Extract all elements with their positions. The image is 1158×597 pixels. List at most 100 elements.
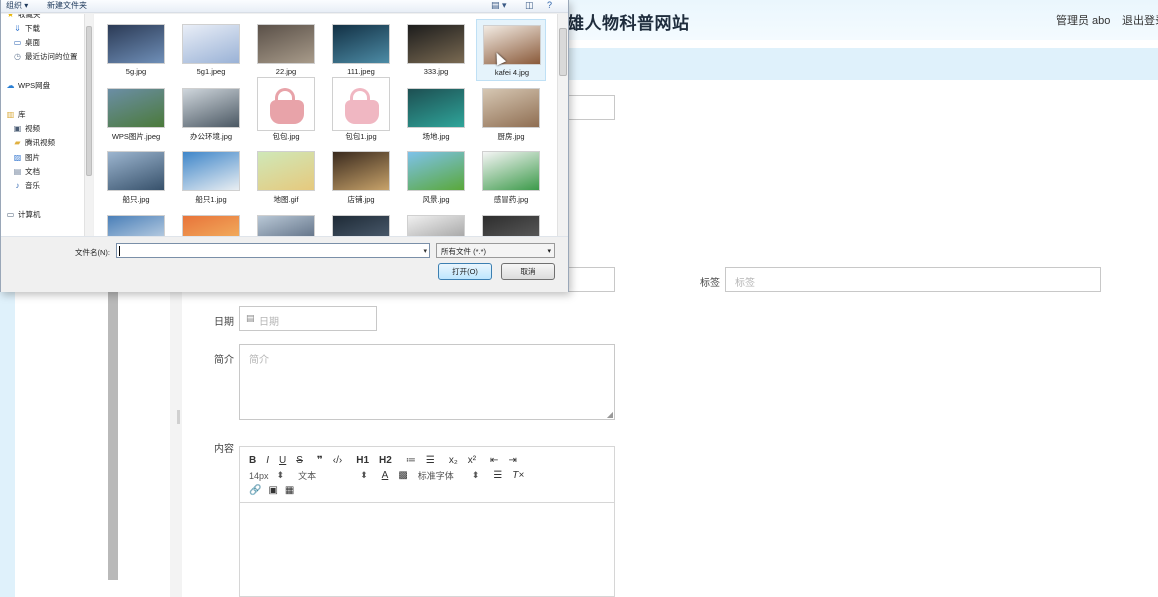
nav-item[interactable]: ⇓ 下载 <box>13 23 40 34</box>
subscript-icon[interactable]: x₂ <box>449 455 458 466</box>
file-type-select[interactable]: 所有文件 (*.*) ▾ <box>436 243 555 258</box>
file-item[interactable]: WPS图片.jpeg <box>101 83 171 145</box>
tag-input[interactable]: 标签 <box>725 267 1101 292</box>
open-button[interactable]: 打开(O) <box>438 263 492 280</box>
text-style-select[interactable]: 文本 <box>298 469 316 482</box>
file-item[interactable] <box>251 210 321 236</box>
file-item[interactable]: 办公环境.jpg <box>176 83 246 145</box>
content-label: 内容 <box>214 444 234 455</box>
bold-icon[interactable]: B <box>249 455 256 466</box>
file-thumbnail <box>182 24 240 64</box>
view-options-icon[interactable]: ▤ ▾ <box>491 0 507 11</box>
indent-icon[interactable]: ⇥ <box>508 455 516 466</box>
file-item[interactable] <box>326 210 396 236</box>
file-thumbnail <box>257 215 315 236</box>
unordered-list-icon[interactable]: ☰ <box>426 455 435 466</box>
new-folder-button[interactable]: 新建文件夹 <box>47 0 87 11</box>
clear-format-icon[interactable]: T× <box>512 470 524 481</box>
dialog-footer: 文件名(N): ▾ 所有文件 (*.*) ▾ 打开(O) 取消 <box>1 236 568 292</box>
date-picker[interactable]: ▤ 日期 <box>239 306 377 331</box>
file-thumbnail <box>182 151 240 191</box>
nav-item[interactable]: ★ 收藏夹 <box>6 14 41 20</box>
file-item[interactable] <box>101 210 171 236</box>
rich-text-editor[interactable]: B I U S ❞ ‹/› H1 H2 ≔ ☰ x₂ x² ⇤ ⇥ 14px ⬍ 文本 ⬍ A ▩ 标准字… <box>239 446 615 597</box>
text-style-arrow-icon: ⬍ <box>360 470 368 480</box>
preview-pane-icon[interactable]: ◫ <box>525 0 534 11</box>
file-item[interactable] <box>401 210 471 236</box>
filename-label: 文件名(N): <box>75 248 110 257</box>
file-item[interactable]: 感冒药.jpg <box>476 146 546 208</box>
file-list-scrollbar[interactable] <box>557 14 568 236</box>
file-item[interactable]: 风景.jpg <box>401 146 471 208</box>
file-item[interactable]: 厨房.jpg <box>476 83 546 145</box>
nav-item[interactable]: ♪ 音乐 <box>13 180 41 191</box>
nav-item[interactable]: ▤ 文档 <box>13 166 40 177</box>
intro-placeholder: 简介 <box>249 355 269 366</box>
intro-label: 简介 <box>214 355 234 366</box>
nav-item[interactable]: ▨ 图片 <box>13 152 40 163</box>
heading2-icon[interactable]: H2 <box>379 455 392 466</box>
nav-item[interactable]: ☁ WPS网盘 <box>6 80 51 91</box>
file-item[interactable]: 船只.jpg <box>101 146 171 208</box>
nav-item[interactable]: ▥ 库 <box>6 109 26 120</box>
file-thumbnail <box>257 151 315 191</box>
link-icon[interactable]: 🔗 <box>249 485 261 496</box>
file-item[interactable]: 船只1.jpg <box>176 146 246 208</box>
strikethrough-icon[interactable]: S <box>296 455 303 466</box>
file-item[interactable]: 111.jpeg <box>326 19 396 81</box>
cancel-button[interactable]: 取消 <box>501 263 555 280</box>
italic-icon[interactable]: I <box>266 455 269 466</box>
outdent-icon[interactable]: ⇤ <box>490 455 498 466</box>
underline-icon[interactable]: U <box>279 455 286 466</box>
filename-input[interactable]: ▾ <box>116 243 430 258</box>
heading1-icon[interactable]: H1 <box>356 455 369 466</box>
align-icon[interactable]: ☰ <box>493 470 502 481</box>
quote-icon[interactable]: ❞ <box>317 455 323 466</box>
file-item[interactable]: 场地.jpg <box>401 83 471 145</box>
file-item[interactable]: 店铺.jpg <box>326 146 396 208</box>
file-item[interactable]: 包包.jpg <box>251 77 321 145</box>
help-icon[interactable]: ? <box>547 0 552 10</box>
desktop-icon: ▭ <box>13 37 22 47</box>
nav-item[interactable]: ▣ 视频 <box>13 123 40 134</box>
file-item[interactable]: 包包1.jpg <box>326 77 396 145</box>
file-thumbnail <box>482 88 540 128</box>
logout-link[interactable]: 退出登录 <box>1122 12 1158 28</box>
navigation-scrollbar[interactable] <box>84 14 93 236</box>
nav-item[interactable]: ▰ 腾讯视频 <box>13 137 55 148</box>
font-color-icon[interactable]: A <box>382 470 389 481</box>
file-item[interactable]: 地图.gif <box>251 146 321 208</box>
ordered-list-icon[interactable]: ≔ <box>406 455 416 466</box>
page-scrollbar[interactable] <box>108 292 118 580</box>
file-item[interactable]: 5g.jpg <box>101 19 171 81</box>
editor-toolbar-row-3: 🔗 ▣ ▦ <box>249 483 614 498</box>
intro-textarea[interactable]: 简介 ◢ <box>239 344 615 420</box>
video-icon[interactable]: ▦ <box>285 485 294 496</box>
file-item[interactable] <box>476 210 546 236</box>
date-label: 日期 <box>214 317 234 328</box>
superscript-icon[interactable]: x² <box>468 455 476 466</box>
nav-item[interactable]: ▭ 计算机 <box>6 209 41 220</box>
file-item[interactable] <box>176 210 246 236</box>
file-item[interactable]: 333.jpg <box>401 19 471 81</box>
nav-item[interactable]: ▭ 桌面 <box>13 37 40 48</box>
font-size-select[interactable]: 14px <box>249 471 269 481</box>
image-icon[interactable]: ▣ <box>268 485 277 496</box>
navigation-scroll-thumb[interactable] <box>86 26 92 176</box>
code-icon[interactable]: ‹/› <box>333 455 342 466</box>
file-item[interactable]: kafei 4.jpg <box>476 19 546 81</box>
file-item[interactable]: 22.jpg <box>251 19 321 81</box>
organize-menu[interactable]: 组织 ▾ <box>6 0 28 11</box>
hidden-field[interactable] <box>567 267 615 292</box>
filename-dropdown-icon[interactable]: ▾ <box>423 247 427 255</box>
resize-grip-icon[interactable]: ◢ <box>607 410 613 419</box>
documents-icon: ▤ <box>13 166 22 176</box>
file-list-scroll-thumb[interactable] <box>559 28 567 76</box>
font-family-select[interactable]: 标准字体 <box>418 469 454 482</box>
name-field[interactable] <box>567 95 615 120</box>
nav-item[interactable]: ◷ 最近访问的位置 <box>13 51 78 62</box>
background-color-icon[interactable]: ▩ <box>398 470 407 481</box>
file-name: 场地.jpg <box>422 132 450 141</box>
download-folder-icon: ⇓ <box>14 23 21 33</box>
file-item[interactable]: 5g1.jpeg <box>176 19 246 81</box>
